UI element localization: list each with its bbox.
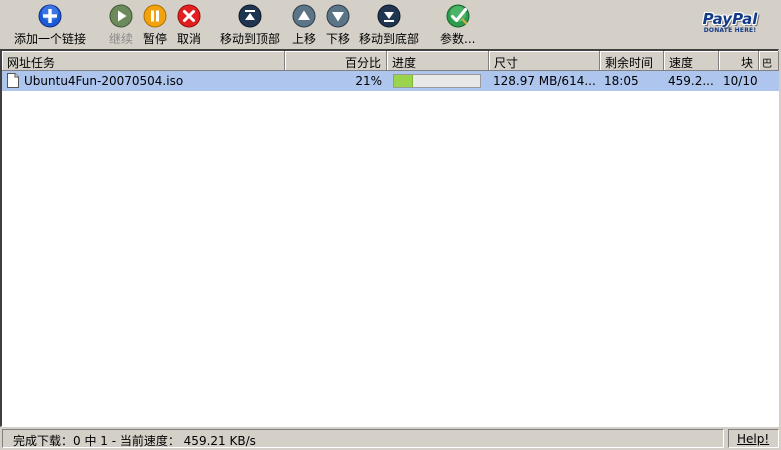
list-header: 网址任务 百分比 进度 尺寸 剩余时间 速度 块 巴 — [2, 51, 779, 71]
speed-cell: 459.2... — [668, 74, 714, 88]
status-text: 完成下载：0 中 1 - 当前速度： 459.21 KB/s — [2, 429, 724, 448]
pause-icon — [143, 4, 167, 28]
paypal-logo: PayPal — [702, 10, 758, 28]
move-bottom-icon — [377, 4, 401, 28]
chunks-cell: 10/10 — [723, 74, 758, 88]
checkmark-settings-icon — [446, 4, 470, 28]
resume-button[interactable]: 继续 — [109, 4, 133, 47]
column-header-size[interactable]: 尺寸 — [489, 51, 600, 71]
options-label: 参数... — [440, 32, 476, 46]
download-row[interactable]: Ubuntu4Fun-20070504.iso 21% 128.97 MB/61… — [2, 71, 779, 91]
pause-label: 暂停 — [143, 32, 168, 46]
paypal-donate-button[interactable]: PayPal DONATE HERE! — [690, 10, 770, 44]
size-cell: 128.97 MB/614... — [493, 74, 596, 88]
move-to-bottom-button[interactable]: 移动到底部 — [359, 4, 419, 47]
arrow-up-icon — [292, 4, 316, 28]
column-header-percent[interactable]: 百分比 — [285, 51, 387, 71]
resume-label: 继续 — [109, 32, 134, 46]
pause-button[interactable]: 暂停 — [143, 4, 167, 47]
file-icon — [7, 73, 19, 88]
task-name: Ubuntu4Fun-20070504.iso — [24, 74, 184, 88]
move-to-bottom-label: 移动到底部 — [359, 32, 420, 46]
move-up-label: 上移 — [292, 32, 317, 46]
task-cell: Ubuntu4Fun-20070504.iso — [2, 71, 285, 91]
move-top-icon — [238, 4, 262, 28]
progress-bar-fill — [394, 75, 414, 87]
column-header-chunks[interactable]: 块 — [719, 51, 759, 71]
donate-text: DONATE HERE! — [703, 27, 757, 34]
move-down-button[interactable]: 下移 — [326, 4, 350, 47]
add-link-label: 添加一个链接 — [14, 32, 87, 46]
cancel-button[interactable]: 取消 — [177, 4, 201, 47]
column-header-time-left[interactable]: 剩余时间 — [600, 51, 664, 71]
add-link-button[interactable]: 添加一个链接 — [14, 4, 86, 47]
column-header-progress[interactable]: 进度 — [387, 51, 489, 71]
close-icon — [177, 4, 201, 28]
time-left-cell: 18:05 — [604, 74, 639, 88]
column-header-speed[interactable]: 速度 — [664, 51, 719, 71]
progress-bar — [393, 74, 481, 88]
progress-cell — [387, 71, 489, 91]
percent-cell: 21% — [355, 74, 382, 88]
move-down-label: 下移 — [326, 32, 351, 46]
move-to-top-button[interactable]: 移动到顶部 — [220, 4, 280, 47]
toolbar: 添加一个链接 继续 暂停 取消 移动到顶部 上移 下移 移动到底部 参数... … — [0, 0, 781, 49]
status-bar: 完成下载：0 中 1 - 当前速度： 459.21 KB/s Help! — [0, 427, 781, 450]
arrow-down-icon — [326, 4, 350, 28]
options-button[interactable]: 参数... — [440, 4, 475, 47]
column-header-extra[interactable]: 巴 — [759, 51, 779, 71]
move-to-top-label: 移动到顶部 — [220, 32, 281, 46]
play-icon — [109, 4, 133, 28]
help-pane: Help! — [728, 429, 779, 448]
cancel-label: 取消 — [177, 32, 202, 46]
plus-icon — [38, 4, 62, 28]
column-header-url-task[interactable]: 网址任务 — [2, 51, 285, 71]
help-link[interactable]: Help! — [737, 432, 769, 446]
download-list[interactable]: 网址任务 百分比 进度 尺寸 剩余时间 速度 块 巴 Ubuntu4Fun-20… — [0, 49, 779, 427]
move-up-button[interactable]: 上移 — [292, 4, 316, 47]
